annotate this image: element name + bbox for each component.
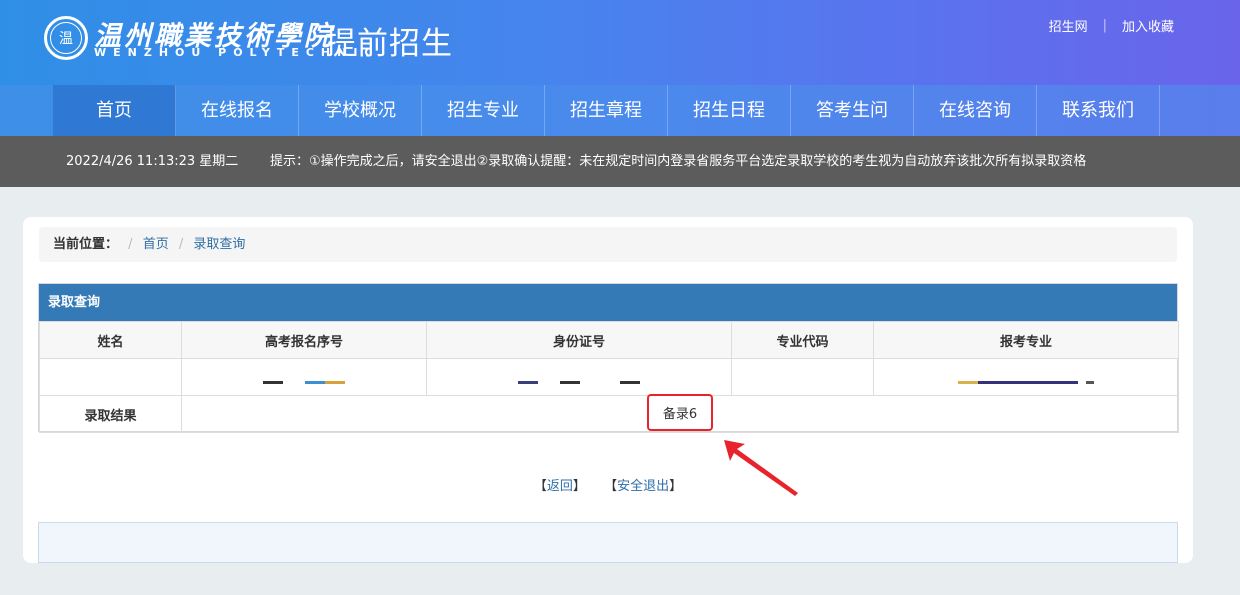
- nav-item-online-apply[interactable]: 在线报名: [176, 85, 299, 136]
- result-row: 录取结果 备录6: [39, 393, 1179, 433]
- add-favorite-link[interactable]: 加入收藏: [1122, 16, 1174, 35]
- nav-item-schedule[interactable]: 招生日程: [668, 85, 791, 136]
- nav-item-school-overview[interactable]: 学校概况: [299, 85, 422, 136]
- site-title: 提前招生: [325, 26, 453, 62]
- cell-major-redacted: [873, 358, 1179, 396]
- table-header-row: 姓名 高考报名序号 身份证号 专业代码 报考专业: [39, 321, 1179, 359]
- admission-table: 姓名 高考报名序号 身份证号 专业代码 报考专业 录取结果 备录6: [39, 321, 1179, 433]
- footer-panel: [38, 522, 1178, 563]
- top-link-separator: |: [1102, 18, 1107, 33]
- red-arrow-annotation-icon: [724, 440, 798, 496]
- result-label: 录取结果: [39, 395, 182, 433]
- main-nav: 首页 在线报名 学校概况 招生专业 招生章程 招生日程 答考生问 在线咨询 联系…: [0, 85, 1240, 136]
- logout-link[interactable]: 安全退出: [617, 479, 669, 494]
- header-exam-number: 高考报名序号: [181, 321, 427, 359]
- header-id-number: 身份证号: [426, 321, 732, 359]
- result-cell: 备录6: [181, 393, 1179, 433]
- cell-exam-number-redacted: [181, 358, 427, 396]
- school-logo[interactable]: 温 温州職業技術學院 WENZHOU POLYTECHNIC: [44, 14, 373, 64]
- redaction-mark: [620, 380, 641, 384]
- breadcrumb-separator: /: [178, 237, 184, 252]
- breadcrumb-current[interactable]: 录取查询: [193, 237, 245, 252]
- redaction-mark: [325, 380, 346, 384]
- cell-id-number-redacted: [426, 358, 732, 396]
- emblem-center: 温: [50, 22, 82, 54]
- header-name: 姓名: [39, 321, 182, 359]
- breadcrumb-label: 当前位置：: [53, 237, 119, 252]
- bracket: 】: [572, 479, 586, 494]
- header-major-code: 专业代码: [731, 321, 874, 359]
- bracket: 【: [604, 479, 618, 494]
- top-links: 招生网 | 加入收藏: [1049, 16, 1174, 35]
- action-links: 【返回】 【安全退出】: [23, 475, 1193, 494]
- table-row: [39, 358, 1179, 396]
- admission-query-panel: 录取查询 姓名 高考报名序号 身份证号 专业代码 报考专业 录取结果 备录6: [38, 283, 1179, 433]
- panel-title: 录取查询: [39, 284, 1177, 321]
- nav-item-faq[interactable]: 答考生问: [791, 85, 914, 136]
- redaction-mark: [1086, 380, 1095, 384]
- nav-item-majors[interactable]: 招生专业: [422, 85, 545, 136]
- bracket: 【: [533, 479, 547, 494]
- content-card: 当前位置： / 首页 / 录取查询 录取查询 姓名 高考报名序号 身份证号 专业…: [23, 217, 1193, 563]
- redaction-mark: [560, 380, 580, 384]
- bracket: 】: [669, 479, 683, 494]
- redaction-mark: [977, 380, 1078, 384]
- redaction-mark: [957, 380, 978, 384]
- admissions-site-link[interactable]: 招生网: [1049, 16, 1088, 35]
- cell-major-code-redacted: [731, 358, 874, 396]
- back-link[interactable]: 返回: [547, 479, 573, 494]
- admission-result-value: 备录6: [646, 393, 714, 431]
- notice-tip: 提示：①操作完成之后，请安全退出②录取确认提醒：未在规定时间内登录省服务平台选定…: [270, 154, 1087, 169]
- breadcrumb: 当前位置： / 首页 / 录取查询: [39, 227, 1177, 262]
- notice-bar: 2022/4/26 11:13:23 星期二 提示：①操作完成之后，请安全退出②…: [0, 136, 1240, 187]
- redaction-mark: [305, 380, 326, 384]
- school-emblem-icon: 温: [44, 16, 88, 60]
- nav-item-home[interactable]: 首页: [53, 85, 176, 136]
- nav-item-consult[interactable]: 在线咨询: [914, 85, 1037, 136]
- redaction-mark: [262, 380, 283, 384]
- breadcrumb-home[interactable]: 首页: [143, 237, 169, 252]
- nav-item-contact[interactable]: 联系我们: [1037, 85, 1160, 136]
- site-header: 温 温州職業技術學院 WENZHOU POLYTECHNIC 提前招生 招生网 …: [0, 0, 1240, 85]
- current-datetime: 2022/4/26 11:13:23 星期二: [66, 154, 239, 169]
- nav-item-regulations[interactable]: 招生章程: [545, 85, 668, 136]
- cell-name-redacted: [39, 358, 182, 396]
- redaction-mark: [517, 380, 538, 384]
- breadcrumb-separator: /: [128, 237, 133, 252]
- header-major: 报考专业: [873, 321, 1179, 359]
